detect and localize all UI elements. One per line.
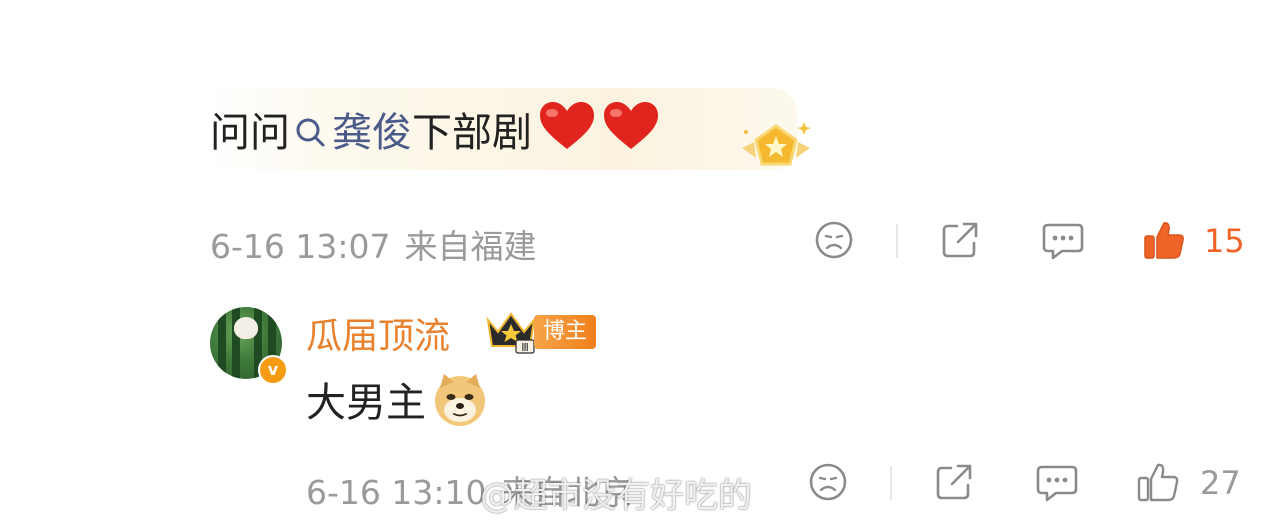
heart-emoji-icon [604, 102, 658, 149]
heart-emoji-icon [540, 102, 594, 149]
blogger-badge: 博主 [534, 315, 597, 349]
search-icon [296, 118, 325, 147]
topic-text[interactable]: 龚俊 [332, 110, 412, 156]
action-divider [896, 224, 898, 258]
comment-icon[interactable] [1042, 220, 1084, 262]
action-divider [890, 466, 892, 500]
watermark: @超市没有好吃的 [480, 476, 752, 516]
verified-badge-icon: v [258, 355, 288, 385]
comment-like-count: 15 [1204, 222, 1245, 260]
comment-meta: 6-16 13:07 来自福建 [210, 220, 551, 268]
dislike-face-icon[interactable] [808, 462, 848, 502]
reply-like-count: 27 [1200, 464, 1241, 502]
reply-date: 6-16 13:10 [306, 473, 487, 512]
comment-location: 来自福建 [404, 227, 537, 266]
topic-link[interactable]: 龚俊 [290, 110, 412, 156]
comment-prefix: 问问 [210, 110, 290, 156]
doge-emoji-icon [435, 374, 485, 426]
comment-date: 6-16 13:07 [210, 227, 391, 266]
reply-username[interactable]: 瓜届顶流 [306, 307, 450, 359]
reply-text: 大男主 [306, 372, 488, 431]
comment-icon[interactable] [1036, 462, 1078, 504]
share-icon[interactable] [940, 220, 980, 260]
like-thumb-icon[interactable] [1136, 460, 1180, 504]
crown-level: Ⅲ [521, 341, 529, 354]
crown-icon: Ⅲ [486, 312, 536, 354]
comment-text: 问问 龚俊下部剧 [210, 100, 660, 161]
like-thumb-icon[interactable] [1142, 218, 1186, 262]
comment-suffix: 下部剧 [412, 110, 532, 156]
share-icon[interactable] [934, 462, 974, 502]
reply-content: 大男主 [306, 380, 426, 426]
dislike-face-icon[interactable] [814, 220, 854, 260]
medal-badge-icon [742, 122, 811, 166]
